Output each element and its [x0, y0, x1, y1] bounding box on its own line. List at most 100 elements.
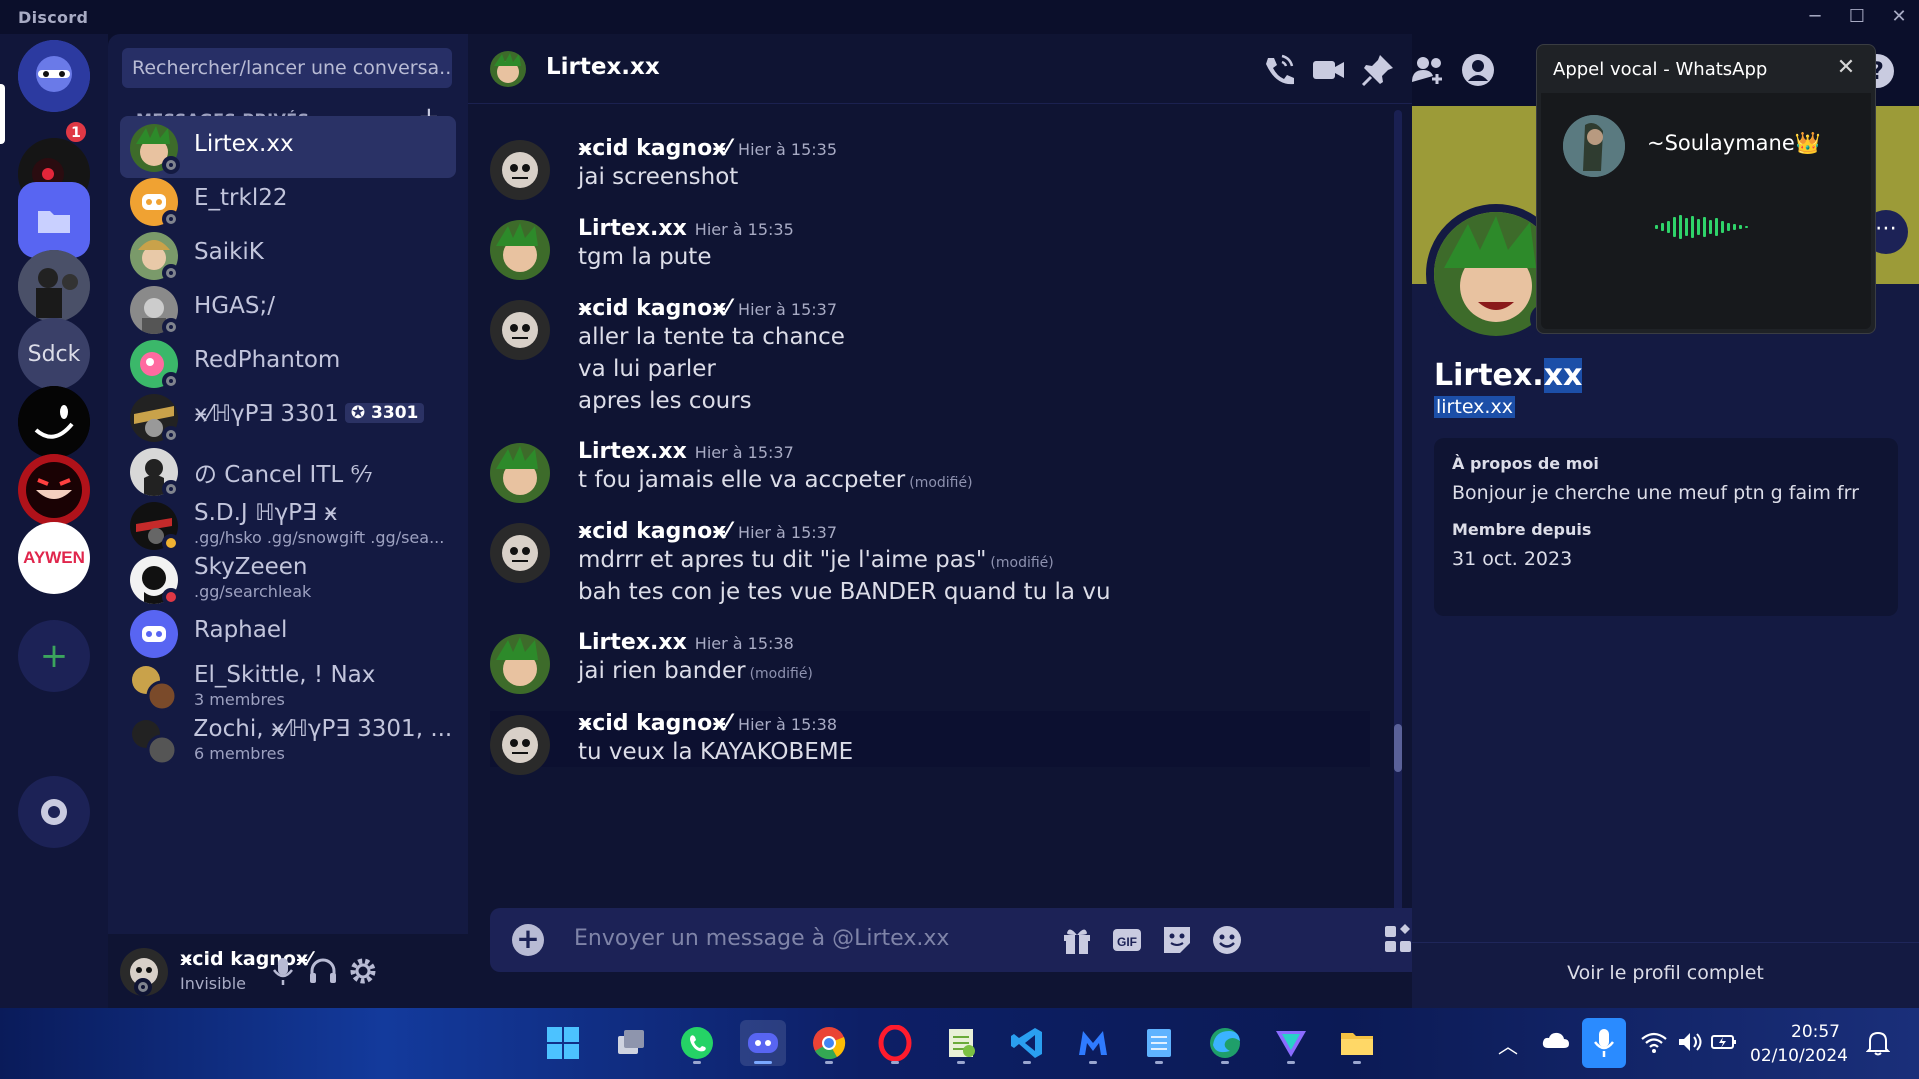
- taskbar-edge[interactable]: [1202, 1020, 1248, 1066]
- opera-icon: [878, 1025, 912, 1061]
- taskbar: ︿ 20:57 02/10/2024: [0, 1008, 1919, 1079]
- chat-header: Lirtex.xx: [468, 34, 1494, 104]
- notifications-button[interactable]: [1864, 1030, 1892, 1058]
- notepad-icon: [1147, 1029, 1171, 1057]
- start-button[interactable]: [540, 1020, 586, 1066]
- author-avatar[interactable]: [490, 443, 550, 503]
- dm-item-skyzeeen[interactable]: SkyZeeen .gg/searchleak: [120, 548, 456, 610]
- message-author[interactable]: Lirtex.xx: [578, 630, 687, 655]
- server-tag-text: 3301: [371, 403, 419, 423]
- home-button[interactable]: [18, 40, 90, 112]
- taskbar-chrome[interactable]: [806, 1020, 852, 1066]
- author-avatar[interactable]: [490, 634, 550, 694]
- microphone-icon: [273, 958, 293, 985]
- taskbar-whatsapp[interactable]: [674, 1020, 720, 1066]
- server-sdck[interactable]: Sdck: [18, 318, 90, 390]
- scrollbar-thumb[interactable]: [1394, 724, 1402, 772]
- chat-title: Lirtex.xx: [546, 54, 660, 80]
- emoji-button[interactable]: [1210, 923, 1244, 957]
- running-indicator: [754, 1061, 772, 1064]
- dm-item-redphantom[interactable]: RedPhantom: [120, 332, 456, 394]
- dm-item-sdj-hype[interactable]: S.D.J ℍγΡ∃ ӿ .gg/hsko .gg/snowgift .gg/s…: [120, 494, 456, 556]
- taskbar-notepad[interactable]: [1136, 1020, 1182, 1066]
- volume-button[interactable]: [1676, 1030, 1704, 1058]
- dm-item-lirtex[interactable]: Lirtex.xx: [120, 116, 456, 178]
- taskbar-discord[interactable]: [740, 1020, 786, 1066]
- edited-label: (modifié): [749, 666, 813, 682]
- message-input[interactable]: Envoyer un message à @Lirtex.xx: [574, 926, 949, 951]
- voice-call-button[interactable]: [1260, 52, 1296, 88]
- task-view-button[interactable]: [608, 1020, 654, 1066]
- onedrive-button[interactable]: [1542, 1030, 1570, 1058]
- view-full-profile-button[interactable]: Voir le profil complet: [1412, 942, 1919, 1008]
- message-author[interactable]: ӿcid kagnoӿ⁄: [578, 711, 730, 736]
- running-indicator: [1089, 1061, 1097, 1064]
- author-avatar[interactable]: [490, 715, 550, 775]
- message-author[interactable]: ӿcid kagnoӿ⁄: [578, 296, 730, 321]
- microphone-button[interactable]: [266, 954, 300, 988]
- microphone-in-use-button[interactable]: [1582, 1018, 1626, 1068]
- dm-item-group-zochi[interactable]: Ꮓochi, ӿ⁄ℍγΡ∃ 3301, ... 6 membres: [120, 710, 456, 772]
- dm-item-saikik[interactable]: SaikiK: [120, 224, 456, 286]
- discover-button[interactable]: [18, 776, 90, 848]
- about-text: Bonjour je cherche une meuf ptn g faim f…: [1452, 482, 1859, 504]
- message-composer[interactable]: + Envoyer un message à @Lirtex.xx GIF: [490, 908, 1430, 972]
- author-avatar[interactable]: [490, 140, 550, 200]
- dm-item-hgas[interactable]: HGAS;/: [120, 278, 456, 340]
- server-group[interactable]: [18, 250, 90, 322]
- battery-button[interactable]: [1710, 1030, 1738, 1058]
- taskbar-opera[interactable]: [872, 1020, 918, 1066]
- author-avatar[interactable]: [490, 220, 550, 280]
- video-call-button[interactable]: [1310, 52, 1346, 88]
- author-avatar[interactable]: [490, 523, 550, 583]
- gift-button[interactable]: [1060, 923, 1094, 957]
- taskbar-proton-vpn[interactable]: [1268, 1020, 1314, 1066]
- taskbar-vscode[interactable]: [1004, 1020, 1050, 1066]
- dm-item-etrkl22[interactable]: E_trkl22: [120, 170, 456, 232]
- server-grin[interactable]: [18, 454, 90, 526]
- server-smile[interactable]: [18, 386, 90, 458]
- message-author[interactable]: Lirtex.xx: [578, 439, 687, 464]
- wifi-button[interactable]: [1640, 1030, 1668, 1058]
- profile-name-selected: xx: [1543, 358, 1583, 393]
- dm-search-input[interactable]: Rechercher/lancer une conversa...: [122, 48, 452, 88]
- gif-button[interactable]: GIF: [1110, 923, 1144, 957]
- taskbar-notepad-plus[interactable]: [938, 1020, 984, 1066]
- add-server-button[interactable]: +: [18, 620, 90, 692]
- settings-button[interactable]: [346, 954, 380, 988]
- group-avatar: [130, 718, 178, 766]
- profile-username: lirtex.xx: [1434, 396, 1515, 418]
- maximize-button[interactable]: ☐: [1838, 3, 1876, 31]
- author-avatar[interactable]: [490, 300, 550, 360]
- phone-call-icon: [1266, 54, 1294, 85]
- taskbar-file-explorer[interactable]: [1334, 1020, 1380, 1066]
- message-author[interactable]: Lirtex.xx: [578, 216, 687, 241]
- windows-icon: [547, 1027, 579, 1059]
- taskbar-malwarebytes[interactable]: [1070, 1020, 1116, 1066]
- close-window-button[interactable]: ✕: [1880, 3, 1918, 31]
- add-friends-button[interactable]: [1410, 52, 1446, 88]
- pinned-messages-button[interactable]: [1360, 52, 1396, 88]
- message-author[interactable]: ӿcid kagnoӿ⁄: [578, 519, 730, 544]
- headphones-button[interactable]: [306, 954, 340, 988]
- dm-item-group-skittle[interactable]: El_Skittle, ! Nax 3 membres: [120, 656, 456, 718]
- chat-area: Lirtex.xx ӿcid kagnoӿ⁄ Hier à 15:35 jai s…: [468, 34, 1494, 1008]
- scrollbar-track[interactable]: [1394, 110, 1402, 930]
- taskbar-clock[interactable]: 20:57 02/10/2024: [1750, 1020, 1848, 1068]
- minimize-button[interactable]: ─: [1796, 3, 1834, 31]
- message-author[interactable]: ӿcid kagnoӿ⁄: [578, 136, 730, 161]
- user-profile-button[interactable]: [1460, 52, 1496, 88]
- sticker-button[interactable]: [1160, 923, 1194, 957]
- notepad-plus-icon: [949, 1029, 975, 1057]
- dm-item-hype3301[interactable]: ӿ⁄ℍγΡ∃ 3301 ✪ 3301: [120, 386, 456, 448]
- close-popup-button[interactable]: ✕: [1829, 53, 1863, 83]
- dm-item-cancel-itl[interactable]: の Cancel ITL ⁶⁄₇: [120, 440, 456, 502]
- show-hidden-icons-button[interactable]: ︿: [1494, 1030, 1522, 1058]
- message-text: jai screenshot: [578, 164, 739, 190]
- server-aywen[interactable]: AYWEN: [18, 522, 90, 594]
- message-text-row: jai rien bander (modifié): [578, 658, 813, 684]
- attach-button[interactable]: +: [512, 924, 544, 956]
- server-folder[interactable]: [18, 182, 90, 258]
- chevron-up-icon: ︿: [1498, 1034, 1518, 1058]
- dm-item-raphael[interactable]: Raphael: [120, 602, 456, 664]
